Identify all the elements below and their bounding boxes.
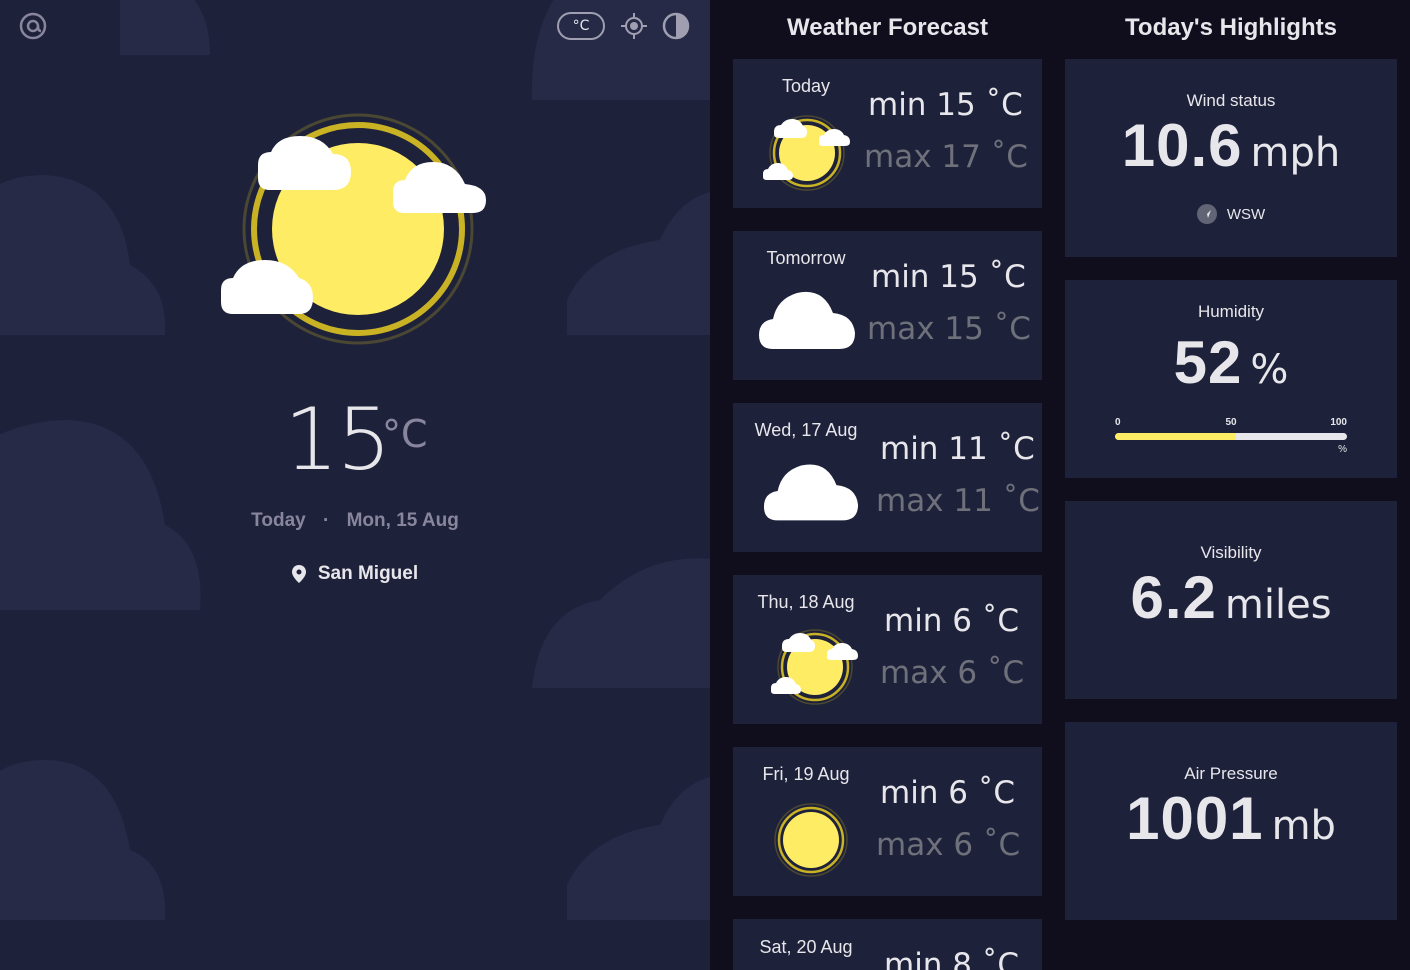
humidity-scale-max: 100 [1330, 417, 1347, 428]
forecast-min-temp: min 11 ˚C [880, 431, 1035, 467]
partly-cloudy-icon [221, 113, 486, 345]
wind-direction-label: WSW [1226, 205, 1266, 223]
current-temperature-unit: °C [382, 412, 428, 456]
humidity-scale-unit: % [1338, 444, 1347, 455]
humidity-number: 52 [1173, 329, 1243, 396]
forecast-max-temp: max 6 ˚C [876, 827, 1021, 863]
location-name: San Miguel [317, 563, 419, 584]
forecast-day: Today [781, 76, 831, 96]
forecast-card: Wed, 17 Aug min 11 ˚C max 11 ˚C [733, 403, 1042, 552]
humidity-scale-mid: 50 [1225, 417, 1237, 428]
cloud-icon [763, 464, 859, 521]
forecast-max-temp: max 11 ˚C [876, 483, 1040, 519]
wind-status-label: Wind status [1186, 91, 1276, 110]
visibility-number: 6.2 [1130, 564, 1217, 631]
compass-icon [1196, 204, 1217, 224]
forecast-max-temp: max 15 ˚C [867, 311, 1031, 347]
forecast-min-temp: min 8 ˚C [884, 947, 1020, 970]
highlights-title: Today's Highlights [1125, 14, 1337, 41]
forecast-day: Fri, 19 Aug [762, 764, 850, 784]
air-pressure-unit: mb [1271, 803, 1336, 849]
forecast-card: Today min 15 ˚C max 17 ˚C [733, 59, 1042, 208]
forecast-min-temp: min 15 ˚C [868, 87, 1023, 123]
air-pressure-value: 1001 mb [1065, 784, 1397, 853]
visibility-unit: miles [1224, 582, 1332, 628]
forecast-card: Thu, 18 Aug min 6 ˚C max 6 ˚C [733, 575, 1042, 724]
forecast-day: Sat, 20 Aug [759, 937, 853, 957]
wind-unit: mph [1250, 130, 1341, 176]
cloud-icon [759, 291, 855, 349]
forecast-min-temp: min 6 ˚C [884, 603, 1020, 639]
humidity-label: Humidity [1197, 302, 1265, 321]
separator: · [322, 510, 330, 531]
partly-cloudy-icon [763, 115, 850, 191]
forecast-max-temp: max 17 ˚C [864, 139, 1028, 175]
forecast-card: Sat, 20 Aug min 8 ˚C [733, 919, 1042, 970]
day-label: Today [251, 510, 306, 531]
humidity-progress-bar [1115, 433, 1347, 440]
current-weather-panel: °C 15 °C Today · Mon, 15 Aug San Miguel [0, 0, 710, 970]
current-date: Today · Mon, 15 Aug [0, 510, 710, 532]
forecast-day: Wed, 17 Aug [754, 420, 858, 440]
air-pressure-card: Air Pressure 1001 mb [1065, 722, 1397, 920]
forecast-min-temp: min 6 ˚C [880, 775, 1016, 811]
humidity-unit: % [1250, 347, 1289, 393]
humidity-scale-min: 0 [1115, 417, 1121, 428]
forecast-card: Tomorrow min 15 ˚C max 15 ˚C [733, 231, 1042, 380]
gps-icon[interactable] [620, 12, 648, 40]
visibility-label: Visibility [1200, 543, 1262, 562]
wind-direction: WSW [1065, 204, 1397, 224]
humidity-progress-fill [1115, 433, 1236, 440]
unit-toggle-button[interactable]: °C [557, 12, 605, 40]
date-label: Mon, 15 Aug [346, 510, 459, 531]
location-pin-icon [291, 565, 306, 583]
current-temperature: 15 [284, 390, 391, 490]
sun-icon [774, 803, 848, 877]
air-pressure-label: Air Pressure [1184, 764, 1278, 783]
humidity-scale: 0 50 100 [1115, 417, 1347, 429]
forecast-day: Tomorrow [766, 248, 846, 268]
air-pressure-number: 1001 [1126, 785, 1264, 852]
theme-toggle-icon[interactable] [662, 12, 690, 40]
forecast-day: Thu, 18 Aug [757, 592, 855, 612]
wind-status-card: Wind status 10.6 mph WSW [1065, 59, 1397, 257]
forecast-max-temp: max 6 ˚C [880, 655, 1025, 691]
forecast-min-temp: min 15 ˚C [871, 259, 1026, 295]
forecast-card: Fri, 19 Aug min 6 ˚C max 6 ˚C [733, 747, 1042, 896]
humidity-value: 52 % [1065, 328, 1397, 397]
partly-cloudy-icon [771, 629, 858, 705]
wind-status-value: 10.6 mph [1065, 111, 1397, 180]
visibility-card: Visibility 6.2 miles [1065, 501, 1397, 699]
wind-speed: 10.6 [1121, 112, 1243, 179]
location: San Miguel [0, 563, 710, 585]
forecast-title: Weather Forecast [787, 14, 988, 41]
logo-icon[interactable] [19, 12, 47, 40]
humidity-card: Humidity 52 % 0 50 100 % [1065, 280, 1397, 478]
visibility-value: 6.2 miles [1065, 563, 1397, 632]
